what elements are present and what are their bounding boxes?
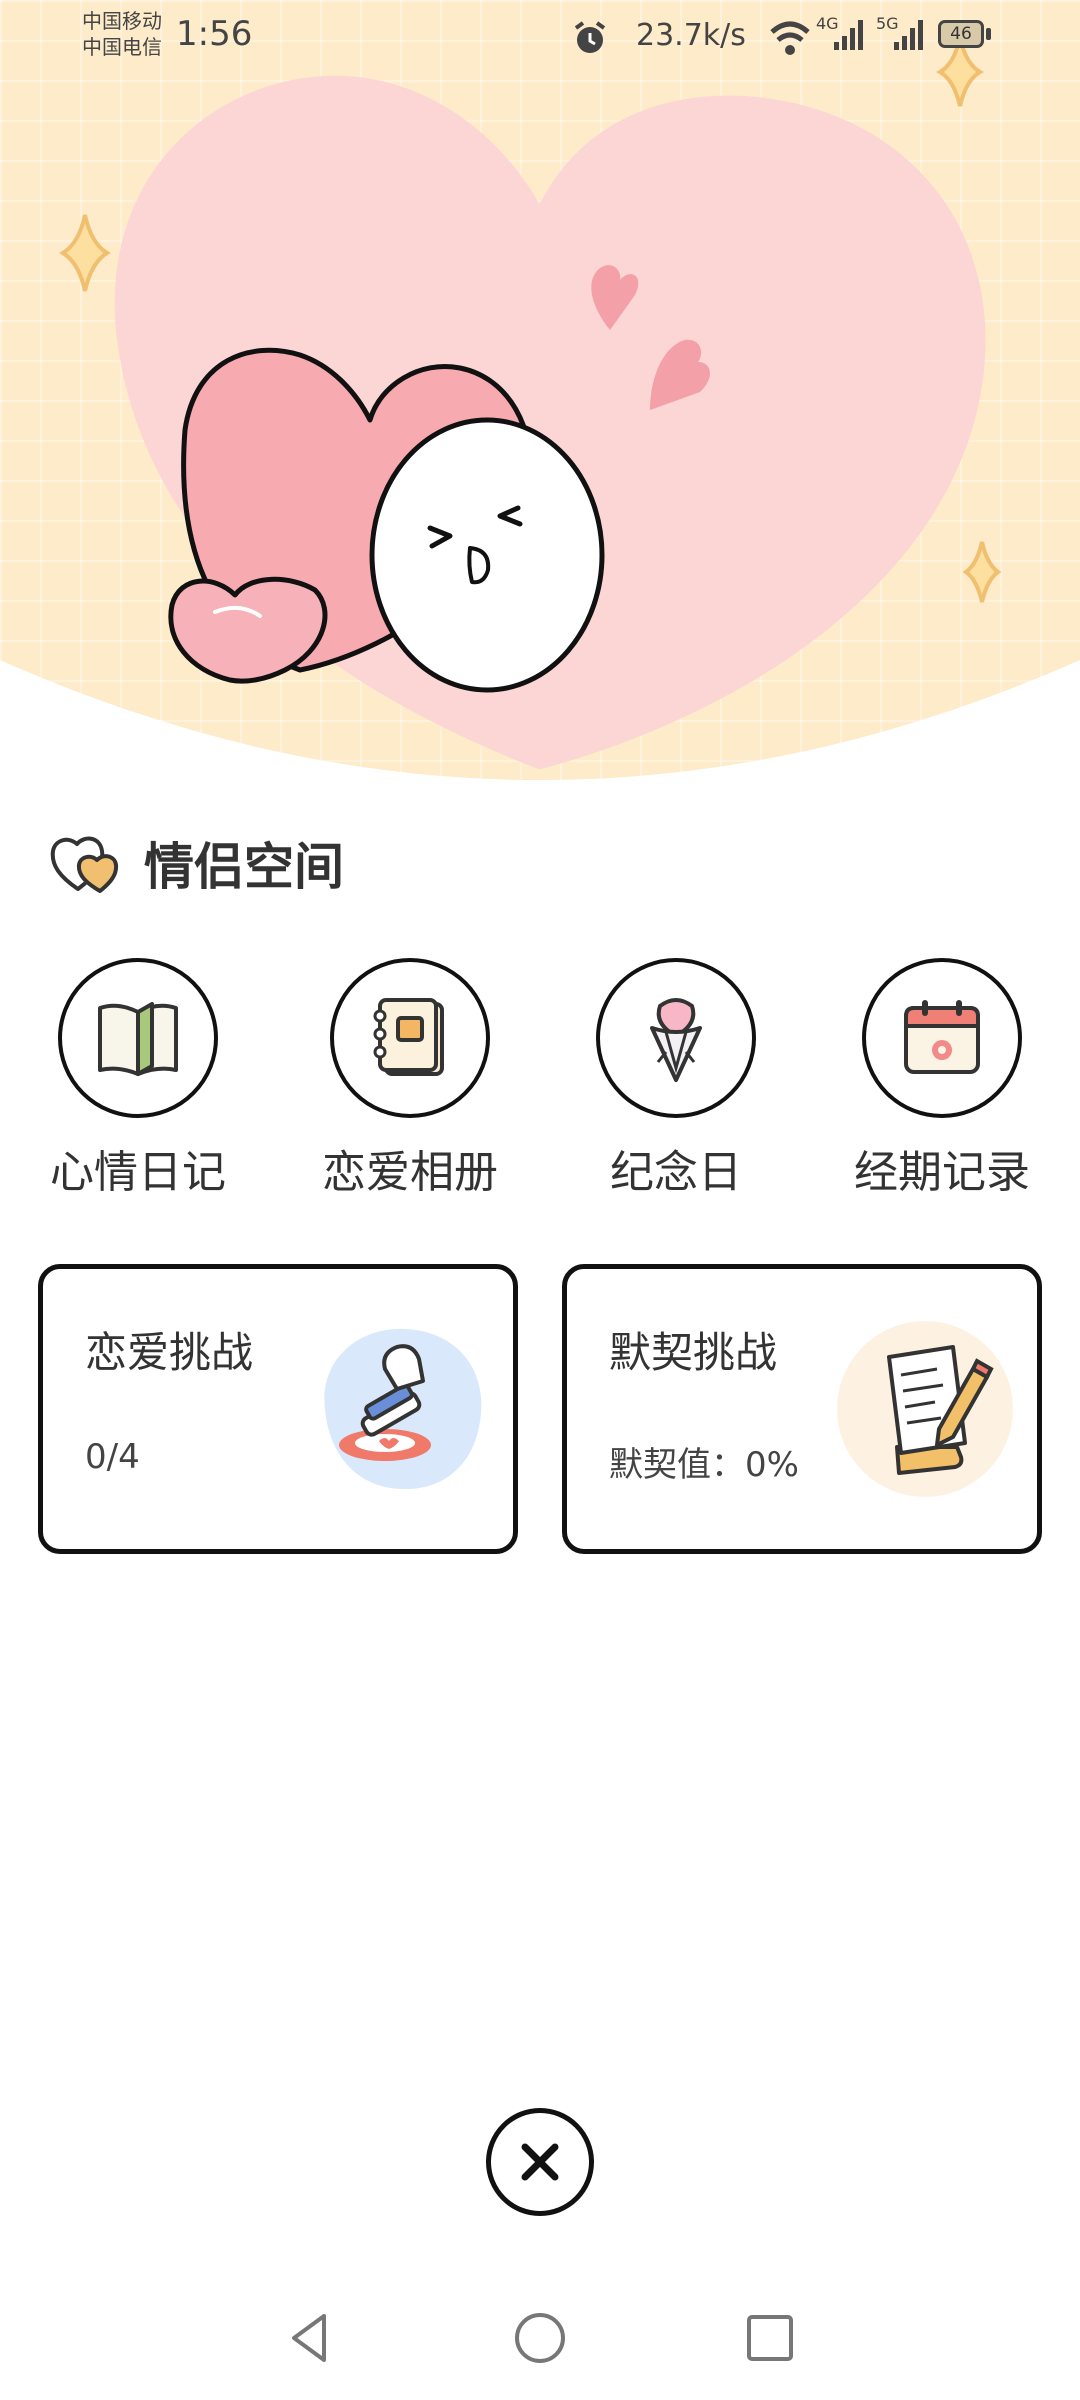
card-progress: 0/4 bbox=[85, 1437, 140, 1477]
feature-mood-diary[interactable]: 心情日记 bbox=[28, 958, 248, 1208]
bouquet-icon bbox=[650, 998, 702, 1082]
close-button[interactable] bbox=[486, 2108, 594, 2216]
feature-label: 纪念日 bbox=[610, 1147, 742, 1198]
status-time: 1:56 bbox=[176, 14, 253, 54]
notebook-icon bbox=[373, 998, 444, 1076]
alarm-icon bbox=[574, 21, 606, 53]
feature-label: 经期记录 bbox=[854, 1147, 1030, 1198]
feature-icon-circle bbox=[330, 958, 490, 1118]
battery-icon: 46 bbox=[938, 20, 984, 48]
battery-level: 46 bbox=[950, 24, 972, 44]
home-icon[interactable] bbox=[510, 2308, 570, 2368]
card-title: 默契挑战 bbox=[609, 1328, 778, 1377]
feature-label: 恋爱相册 bbox=[322, 1147, 498, 1198]
letter-pen-icon bbox=[837, 1321, 1013, 1497]
double-heart-icon bbox=[50, 836, 119, 893]
feature-icon-circle bbox=[58, 958, 218, 1118]
calendar-icon bbox=[904, 1000, 980, 1074]
system-nav-bar bbox=[0, 2280, 1080, 2400]
card-title: 恋爱挑战 bbox=[85, 1328, 254, 1377]
book-icon bbox=[98, 1002, 178, 1076]
feature-anniversary[interactable]: 纪念日 bbox=[566, 958, 786, 1208]
close-icon bbox=[521, 2143, 559, 2181]
signal-1-icon bbox=[834, 20, 863, 50]
status-bar: 中国移动 中国电信 1:56 23.7k/s 4G 5G 46 bbox=[0, 0, 1080, 80]
card-progress: 默契值：0% bbox=[609, 1445, 799, 1485]
net-speed: 23.7k/s bbox=[636, 18, 746, 53]
carrier-names: 中国移动 中国电信 bbox=[82, 8, 162, 60]
back-icon[interactable] bbox=[280, 2308, 340, 2368]
tacit-challenge-card[interactable]: 默契挑战 默契值：0% bbox=[562, 1264, 1042, 1554]
carrier-1: 中国移动 bbox=[82, 9, 162, 33]
feature-period-record[interactable]: 经期记录 bbox=[832, 958, 1052, 1208]
hero-illustration bbox=[0, 37, 1080, 800]
feature-label: 心情日记 bbox=[50, 1147, 226, 1198]
section-title: 情侣空间 bbox=[144, 838, 344, 896]
stamp-icon bbox=[324, 1328, 482, 1490]
carrier-2: 中国电信 bbox=[82, 35, 162, 59]
hero-banner bbox=[0, 0, 1080, 800]
feature-icon-circle bbox=[596, 958, 756, 1118]
section-header: 情侣空间 bbox=[48, 828, 344, 898]
feature-love-album[interactable]: 恋爱相册 bbox=[300, 958, 520, 1208]
feature-icon-circle bbox=[862, 958, 1022, 1118]
battery-tip bbox=[986, 28, 991, 40]
love-challenge-card[interactable]: 恋爱挑战 0/4 bbox=[38, 1264, 518, 1554]
signal-2-icon bbox=[894, 20, 923, 50]
recent-apps-icon[interactable] bbox=[740, 2308, 800, 2368]
wifi-icon bbox=[770, 21, 810, 55]
